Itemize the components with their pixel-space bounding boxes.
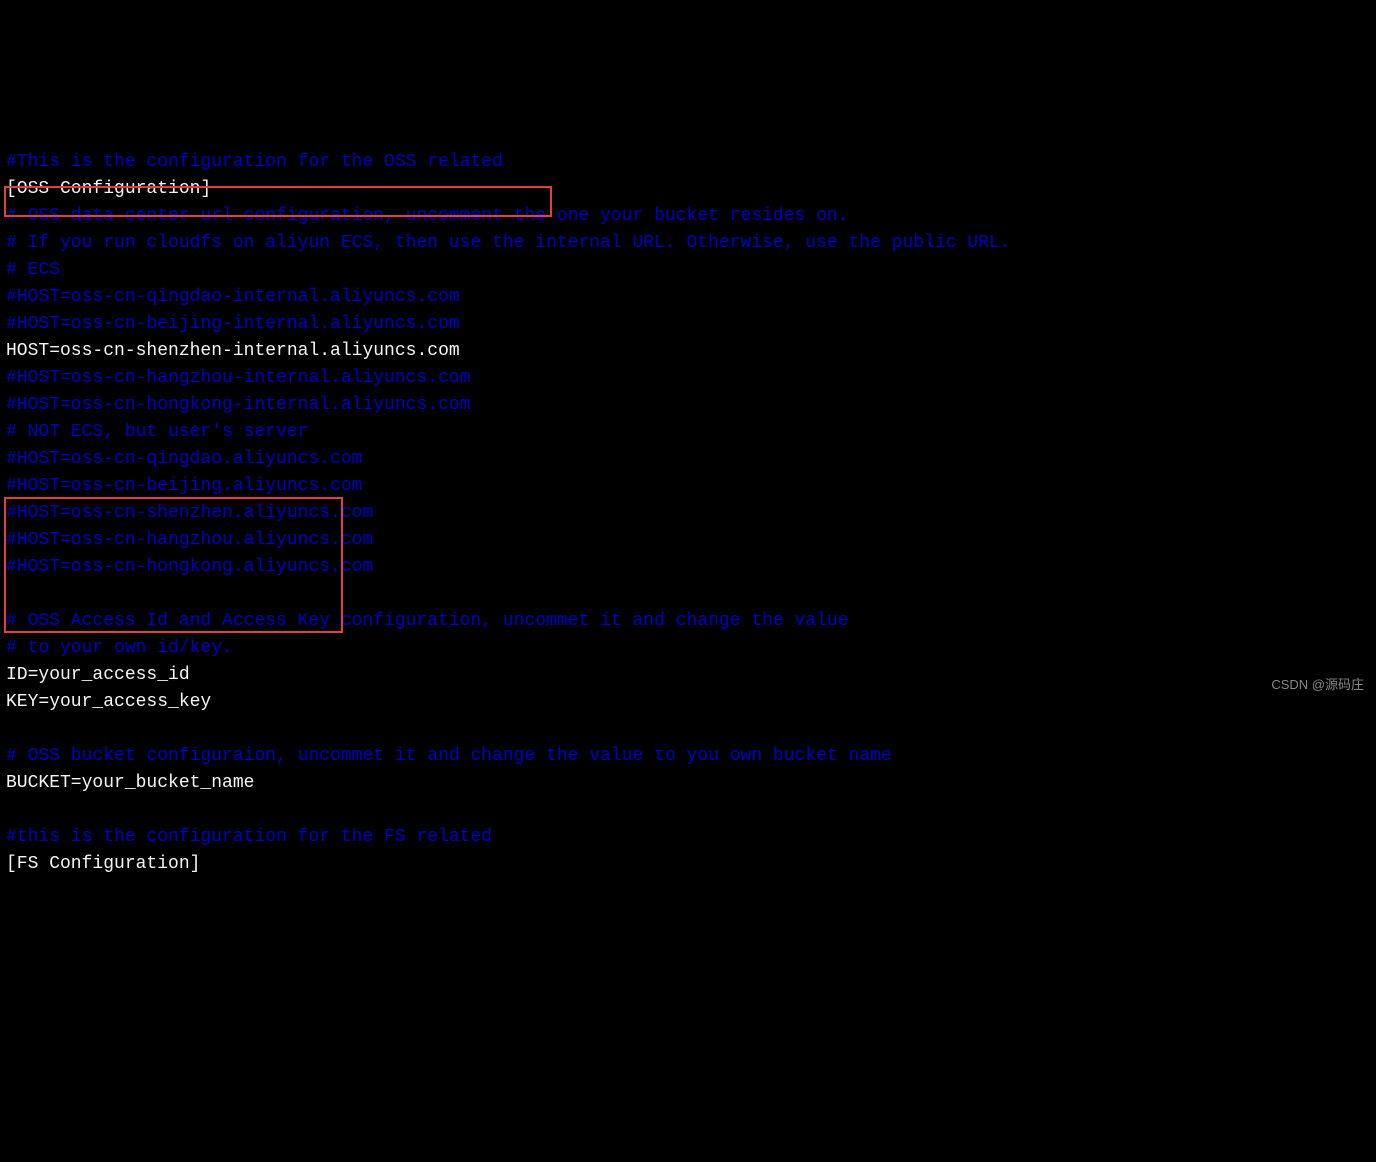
comment-line: # OSS data center url configuration, unc… [6, 206, 849, 226]
comment-line: #HOST=oss-cn-shenzhen.aliyuncs.com [6, 503, 373, 523]
comment-line: #HOST=oss-cn-hangzhou-internal.aliyuncs.… [6, 368, 470, 388]
blank-line [6, 800, 17, 820]
comment-line: #HOST=oss-cn-hangzhou.aliyuncs.com [6, 530, 373, 550]
comment-line: #HOST=oss-cn-beijing.aliyuncs.com [6, 476, 362, 496]
comment-line: # ECS [6, 260, 60, 280]
comment-line: #HOST=oss-cn-qingdao-internal.aliyuncs.c… [6, 287, 460, 307]
comment-line: #HOST=oss-cn-hongkong-internal.aliyuncs.… [6, 395, 470, 415]
comment-line: # to your own id/key. [6, 638, 233, 658]
section-header: [FS Configuration] [6, 854, 200, 874]
comment-line: #This is the configuration for the OSS r… [6, 152, 503, 172]
blank-line [6, 719, 17, 739]
comment-line: # NOT ECS, but user's server [6, 422, 308, 442]
config-line-id: ID=your_access_id [6, 665, 190, 685]
config-line-key: KEY=your_access_key [6, 692, 211, 712]
section-header: [OSS Configuration] [6, 179, 211, 199]
comment-line: # If you run cloudfs on aliyun ECS, then… [6, 233, 1011, 253]
comment-line: #HOST=oss-cn-hongkong.aliyuncs.com [6, 557, 373, 577]
comment-line: # OSS Access Id and Access Key configura… [6, 611, 849, 631]
comment-line: # OSS bucket configuraion, uncommet it a… [6, 746, 892, 766]
config-line-bucket: BUCKET=your_bucket_name [6, 773, 254, 793]
watermark-text: CSDN @源码庄 [1271, 671, 1364, 698]
comment-line: #HOST=oss-cn-beijing-internal.aliyuncs.c… [6, 314, 460, 334]
comment-line: #this is the configuration for the FS re… [6, 827, 492, 847]
blank-line [6, 584, 17, 604]
comment-line: #HOST=oss-cn-qingdao.aliyuncs.com [6, 449, 362, 469]
config-line-host: HOST=oss-cn-shenzhen-internal.aliyuncs.c… [6, 341, 460, 361]
config-file-content: #This is the configuration for the OSS r… [0, 108, 1376, 892]
